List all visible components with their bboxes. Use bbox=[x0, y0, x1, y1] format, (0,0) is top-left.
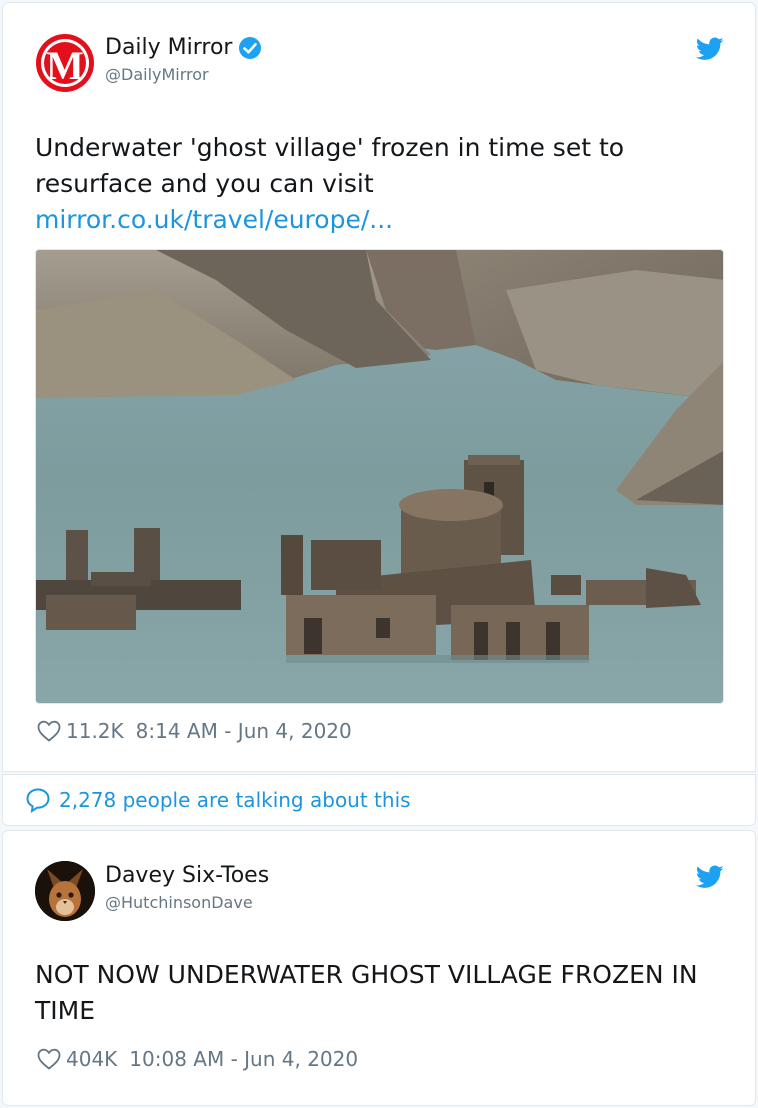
speech-bubble-icon bbox=[26, 788, 50, 813]
author-display-name[interactable]: Daily Mirror bbox=[105, 35, 232, 60]
heart-outline-icon[interactable] bbox=[37, 720, 61, 742]
conversation-bar[interactable]: 2,278 people are talking about this bbox=[2, 774, 756, 826]
like-count: 404K bbox=[66, 1047, 118, 1071]
tweet-card-hutchinsondave: Davey Six-Toes @HutchinsonDave NOT NOW U… bbox=[2, 830, 756, 1106]
twitter-bird-icon[interactable] bbox=[696, 865, 724, 889]
tweet-body: Underwater 'ghost village' frozen in tim… bbox=[35, 130, 624, 238]
svg-text:M: M bbox=[46, 43, 84, 88]
tweet-photo-ghost-village[interactable] bbox=[35, 249, 724, 704]
avatar-daily-mirror[interactable]: M bbox=[35, 33, 95, 93]
mirror-logo-icon: M bbox=[36, 34, 94, 92]
article-link[interactable]: mirror.co.uk/travel/europe/... bbox=[35, 202, 624, 238]
author-name-row: Davey Six-Toes bbox=[105, 863, 269, 888]
heart-outline-icon[interactable] bbox=[37, 1048, 61, 1070]
avatar-davey-six-toes[interactable] bbox=[35, 861, 95, 921]
tweet-timestamp[interactable]: 8:14 AM - Jun 4, 2020 bbox=[136, 719, 352, 743]
verified-badge-icon bbox=[239, 36, 262, 59]
tweet-text-line: TIME bbox=[35, 996, 96, 1025]
author-handle[interactable]: @DailyMirror bbox=[105, 65, 209, 84]
author-display-name[interactable]: Davey Six-Toes bbox=[105, 863, 269, 888]
tweet-timestamp[interactable]: 10:08 AM - Jun 4, 2020 bbox=[129, 1047, 358, 1071]
author-handle[interactable]: @HutchinsonDave bbox=[105, 893, 253, 912]
tweet-meta: 404K 10:08 AM - Jun 4, 2020 bbox=[37, 1047, 358, 1071]
like-count: 11.2K bbox=[66, 719, 124, 743]
tweet-text-line: resurface and you can visit bbox=[35, 169, 374, 198]
tweet-card-dailymirror: M Daily Mirror @DailyMirror Underwater '… bbox=[2, 2, 756, 772]
tweet-body: NOT NOW UNDERWATER GHOST VILLAGE FROZEN … bbox=[35, 957, 698, 1029]
tweet-text-line: Underwater 'ghost village' frozen in tim… bbox=[35, 133, 625, 162]
twitter-bird-icon[interactable] bbox=[696, 37, 724, 61]
caracal-avatar-icon bbox=[35, 861, 95, 921]
talking-link[interactable]: 2,278 people are talking about this bbox=[25, 787, 411, 813]
ghost-village-image bbox=[36, 250, 723, 703]
author-name-row: Daily Mirror bbox=[105, 35, 262, 60]
tweet-text-line: NOT NOW UNDERWATER GHOST VILLAGE FROZEN … bbox=[35, 960, 698, 989]
talking-count-text[interactable]: 2,278 people are talking about this bbox=[59, 788, 411, 812]
tweet-meta: 11.2K 8:14 AM - Jun 4, 2020 bbox=[37, 719, 352, 743]
